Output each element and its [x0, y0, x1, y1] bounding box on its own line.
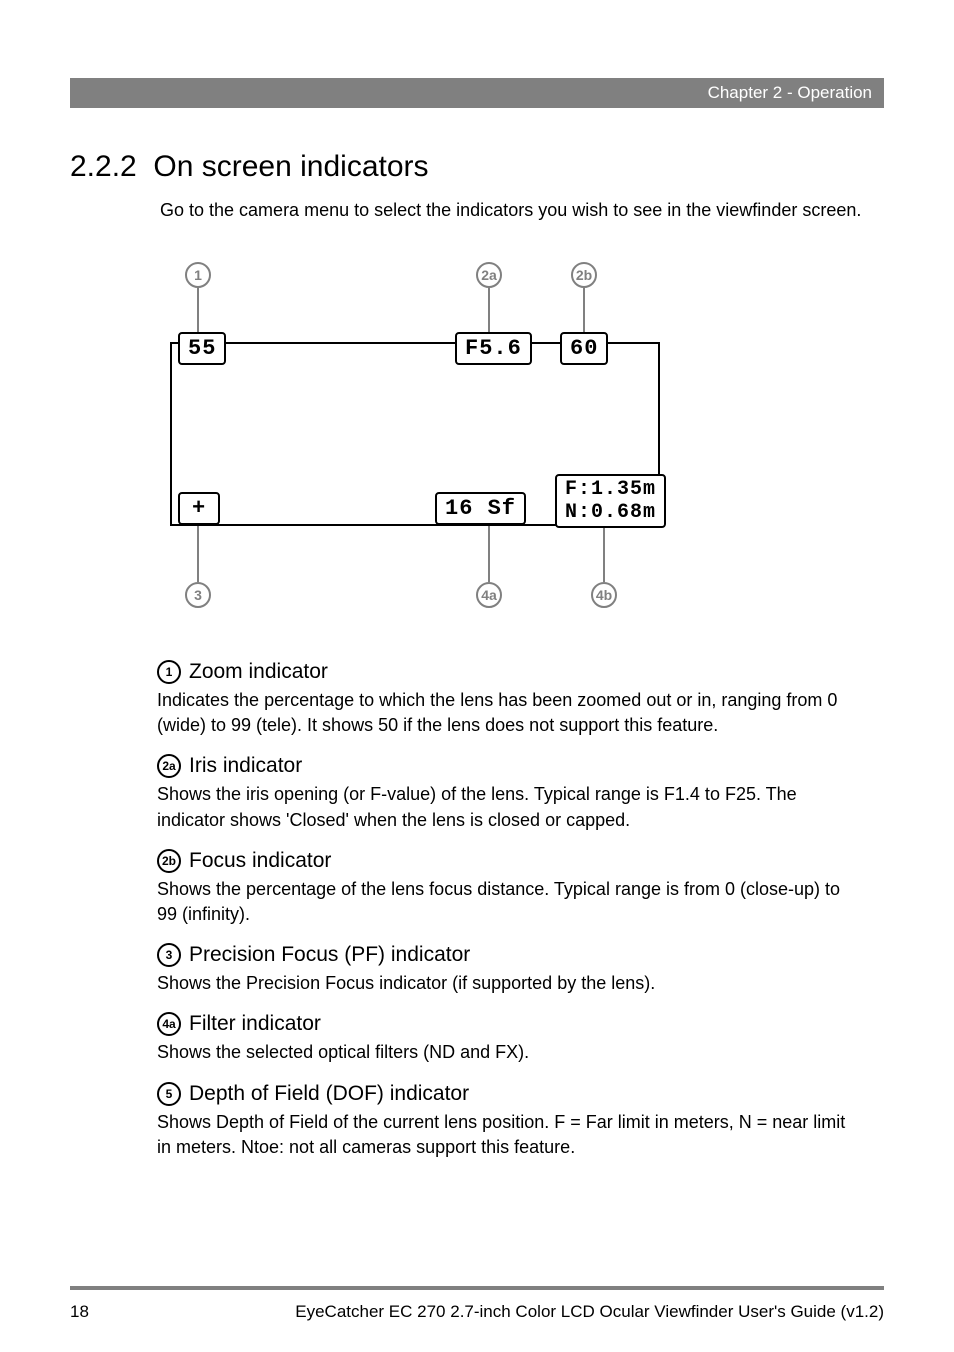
desc-body: Shows Depth of Field of the current lens… [157, 1110, 864, 1160]
osd-iris: F5.6 [455, 332, 532, 365]
desc-body: Shows the iris opening (or F-value) of t… [157, 782, 864, 832]
desc-heading: 5 Depth of Field (DOF) indicator [157, 1082, 864, 1106]
section-number: 2.2.2 [70, 150, 137, 183]
osd-dof-near: N:0.68m [565, 501, 656, 524]
chapter-label: Chapter 2 - Operation [708, 83, 872, 103]
badge-icon: 4a [157, 1012, 181, 1036]
osd-zoom: 55 [178, 332, 226, 365]
osd-precision-focus: + [178, 492, 220, 525]
desc-title: Focus indicator [189, 849, 331, 873]
desc-title: Depth of Field (DOF) indicator [189, 1082, 469, 1106]
callout-marker-1: 1 [185, 262, 211, 288]
desc-title: Zoom indicator [189, 660, 328, 684]
desc-heading: 3 Precision Focus (PF) indicator [157, 943, 864, 967]
doc-title: EyeCatcher EC 270 2.7-inch Color LCD Ocu… [295, 1302, 884, 1322]
chapter-header: Chapter 2 - Operation [70, 78, 884, 108]
desc-item: 1 Zoom indicator Indicates the percentag… [157, 660, 864, 738]
badge-icon: 1 [157, 660, 181, 684]
osd-dof: F:1.35m N:0.68m [555, 474, 666, 528]
badge-icon: 5 [157, 1082, 181, 1106]
section-heading: 2.2.2 On screen indicators [70, 150, 429, 184]
osd-dof-far: F:1.35m [565, 478, 656, 501]
desc-item: 2b Focus indicator Shows the percentage … [157, 849, 864, 927]
page-number: 18 [70, 1302, 89, 1322]
callout-marker-2a: 2a [476, 262, 502, 288]
desc-item: 5 Depth of Field (DOF) indicator Shows D… [157, 1082, 864, 1160]
intro-paragraph: Go to the camera menu to select the indi… [160, 198, 864, 223]
desc-item: 3 Precision Focus (PF) indicator Shows t… [157, 943, 864, 996]
callout-marker-4b: 4b [591, 582, 617, 608]
descriptions-list: 1 Zoom indicator Indicates the percentag… [157, 660, 864, 1176]
section-title: On screen indicators [153, 150, 428, 183]
page-footer: 18 EyeCatcher EC 270 2.7-inch Color LCD … [70, 1302, 884, 1322]
osd-filter: 16 Sf [435, 492, 526, 525]
badge-icon: 3 [157, 943, 181, 967]
desc-heading: 1 Zoom indicator [157, 660, 864, 684]
desc-body: Indicates the percentage to which the le… [157, 688, 864, 738]
callout-marker-4a: 4a [476, 582, 502, 608]
desc-heading: 4a Filter indicator [157, 1012, 864, 1036]
footer-divider [70, 1286, 884, 1290]
desc-item: 2a Iris indicator Shows the iris opening… [157, 754, 864, 832]
desc-heading: 2b Focus indicator [157, 849, 864, 873]
desc-heading: 2a Iris indicator [157, 754, 864, 778]
leader-line [197, 524, 199, 582]
desc-body: Shows the selected optical filters (ND a… [157, 1040, 864, 1065]
callout-marker-3: 3 [185, 582, 211, 608]
osd-focus: 60 [560, 332, 608, 365]
desc-body: Shows the percentage of the lens focus d… [157, 877, 864, 927]
desc-title: Iris indicator [189, 754, 302, 778]
callout-marker-2b: 2b [571, 262, 597, 288]
leader-line [488, 524, 490, 582]
desc-title: Filter indicator [189, 1012, 321, 1036]
leader-line [603, 526, 605, 582]
desc-item: 4a Filter indicator Shows the selected o… [157, 1012, 864, 1065]
desc-body: Shows the Precision Focus indicator (if … [157, 971, 864, 996]
badge-icon: 2a [157, 754, 181, 778]
badge-icon: 2b [157, 849, 181, 873]
desc-title: Precision Focus (PF) indicator [189, 943, 470, 967]
osd-diagram: 1 2a 2b 55 F5.6 60 + 16 Sf F:1.35m N:0.6… [160, 262, 730, 622]
